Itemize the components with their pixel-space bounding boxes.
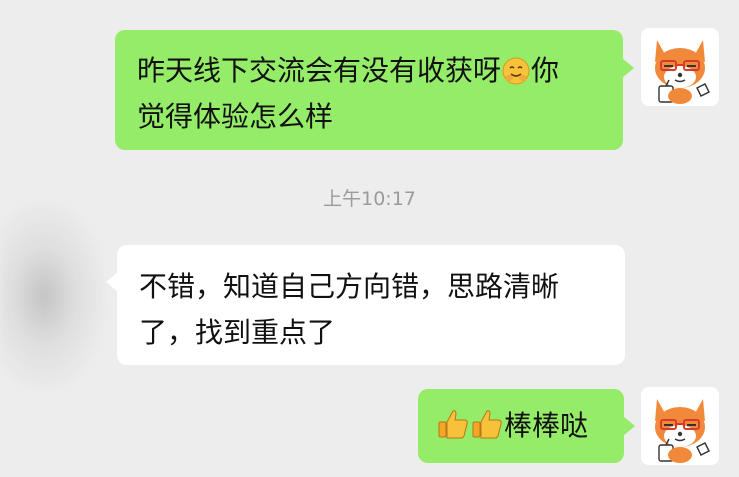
message-text: 你: [531, 54, 560, 87]
message-line: 了，找到重点了: [139, 316, 336, 349]
thumbs-up-emoji-icon: [470, 407, 504, 441]
message-text: 棒棒哒: [504, 409, 589, 442]
bubble-tail: [623, 416, 635, 436]
received-message-bubble[interactable]: 不错，知道自己方向错，思路清晰 了，找到重点了: [117, 245, 625, 365]
bubble-tail: [622, 58, 634, 78]
chat-window: 昨天线下交流会有没有收获呀你 觉得体验怎么样 上午10:17 不错，知道自己方向…: [0, 0, 739, 477]
hug-emoji-icon: [501, 54, 531, 85]
message-line: 不错，知道自己方向错，思路清晰: [139, 270, 560, 303]
message-line: 昨天线下交流会有没有收获呀你: [137, 48, 601, 94]
message-text: 昨天线下交流会有没有收获呀: [137, 54, 502, 87]
bubble-tail: [106, 272, 118, 292]
sent-message-bubble[interactable]: 棒棒哒: [418, 389, 624, 463]
sent-message-bubble[interactable]: 昨天线下交流会有没有收获呀你 觉得体验怎么样: [115, 30, 623, 150]
thumbs-up-emoji-icon: [436, 407, 470, 441]
fox-avatar-icon[interactable]: [641, 387, 719, 465]
message-line: 觉得体验怎么样: [137, 100, 334, 133]
message-timestamp: 上午10:17: [323, 188, 416, 210]
blurred-avatar[interactable]: [0, 196, 110, 396]
fox-avatar-icon[interactable]: [641, 28, 719, 106]
